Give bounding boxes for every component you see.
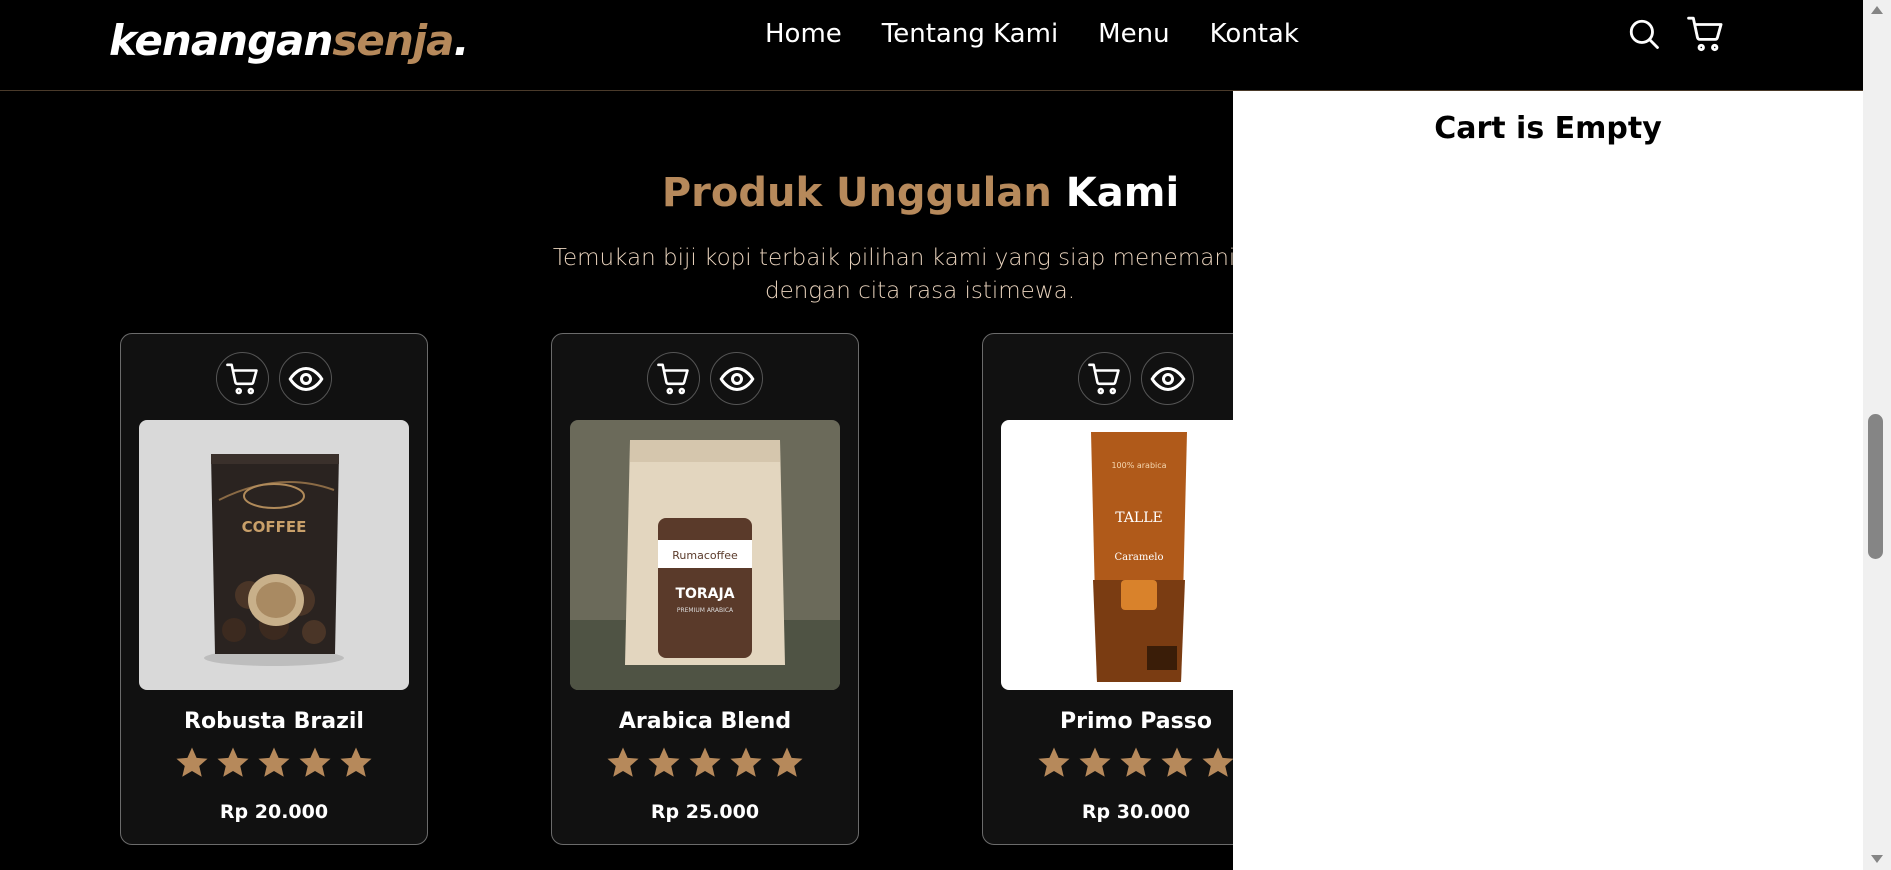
navbar: kenangansenja. Home Tentang Kami Menu Ko… — [0, 0, 1863, 91]
svg-text:TALLE: TALLE — [1115, 510, 1163, 526]
add-to-cart-button[interactable] — [216, 352, 269, 405]
star-icon — [648, 747, 680, 777]
product-card: Rumacoffee TORAJA PREMIUM ARABICA Arabic… — [551, 333, 859, 845]
scroll-down-arrow-icon[interactable] — [1871, 855, 1883, 863]
rating-stars — [121, 746, 427, 780]
quick-view-button[interactable] — [1141, 352, 1194, 405]
product-name: Robusta Brazil — [184, 709, 364, 734]
star-icon — [1161, 747, 1193, 777]
svg-text:COFFEE: COFFEE — [242, 518, 307, 536]
brand-part-2: senja — [332, 16, 454, 65]
eye-icon — [719, 366, 754, 391]
star-icon — [217, 747, 249, 777]
star-icon — [607, 747, 639, 777]
nav-kontak[interactable]: Kontak — [1210, 18, 1299, 50]
star-icon — [340, 747, 372, 777]
search-icon[interactable] — [1625, 15, 1663, 53]
product-image: 100% arabica TALLE Caramelo — [1001, 420, 1271, 690]
star-icon — [1038, 747, 1070, 777]
nav-icons — [1625, 15, 1725, 53]
cart-icon — [225, 363, 258, 394]
star-icon — [689, 747, 721, 777]
quick-view-button[interactable] — [279, 352, 332, 405]
brand-logo[interactable]: kenangansenja. — [109, 16, 470, 65]
section-desc-line-1: Temukan biji kopi terbaik pilihan kami y… — [552, 245, 1288, 271]
page-scrollbar[interactable] — [1863, 0, 1891, 870]
star-icon — [299, 747, 331, 777]
product-image: COFFEE — [139, 420, 409, 690]
cart-empty-message: Cart is Empty — [1434, 111, 1662, 146]
section-desc-line-2: dengan cita rasa istimewa. — [764, 278, 1076, 304]
shopping-cart-panel: Cart is Empty — [1233, 91, 1863, 870]
svg-text:PREMIUM ARABICA: PREMIUM ARABICA — [677, 607, 734, 614]
star-icon — [1202, 747, 1234, 777]
product-price: Rp 20.000 — [219, 801, 329, 823]
nav-home[interactable]: Home — [765, 18, 842, 50]
star-icon — [1120, 747, 1152, 777]
eye-icon — [288, 366, 323, 391]
cart-icon[interactable] — [1687, 15, 1725, 53]
star-icon — [730, 747, 762, 777]
star-icon — [258, 747, 290, 777]
svg-text:Rumacoffee: Rumacoffee — [672, 549, 738, 562]
svg-text:100% arabica: 100% arabica — [1111, 461, 1166, 470]
product-price: Rp 25.000 — [650, 801, 760, 823]
star-icon — [1079, 747, 1111, 777]
add-to-cart-button[interactable] — [1078, 352, 1131, 405]
cart-icon — [656, 363, 689, 394]
brand-part-3: . — [453, 16, 470, 65]
cart-icon — [1087, 363, 1120, 394]
svg-text:Caramelo: Caramelo — [1115, 552, 1164, 563]
nav-menu[interactable]: Menu — [1098, 18, 1169, 50]
rating-stars — [552, 746, 858, 780]
star-icon — [176, 747, 208, 777]
section-title-rest: Kami — [1065, 170, 1180, 216]
svg-text:TORAJA: TORAJA — [675, 586, 734, 602]
star-icon — [771, 747, 803, 777]
scroll-up-arrow-icon[interactable] — [1871, 6, 1883, 14]
card-actions — [552, 352, 858, 405]
brand-part-1: kenangan — [109, 16, 333, 65]
eye-icon — [1150, 366, 1185, 391]
product-card: COFFEE Robusta Brazil Rp 20.000 — [120, 333, 428, 845]
product-name: Arabica Blend — [618, 709, 792, 734]
quick-view-button[interactable] — [710, 352, 763, 405]
nav-tentang-kami[interactable]: Tentang Kami — [882, 18, 1058, 50]
add-to-cart-button[interactable] — [647, 352, 700, 405]
scrollbar-thumb[interactable] — [1868, 414, 1883, 559]
section-description: Temukan biji kopi terbaik pilihan kami y… — [520, 242, 1320, 308]
main-nav: Home Tentang Kami Menu Kontak — [765, 18, 1339, 50]
card-actions — [121, 352, 427, 405]
section-title-accent: Produk Unggulan — [661, 170, 1052, 216]
product-image: Rumacoffee TORAJA PREMIUM ARABICA — [570, 420, 840, 690]
